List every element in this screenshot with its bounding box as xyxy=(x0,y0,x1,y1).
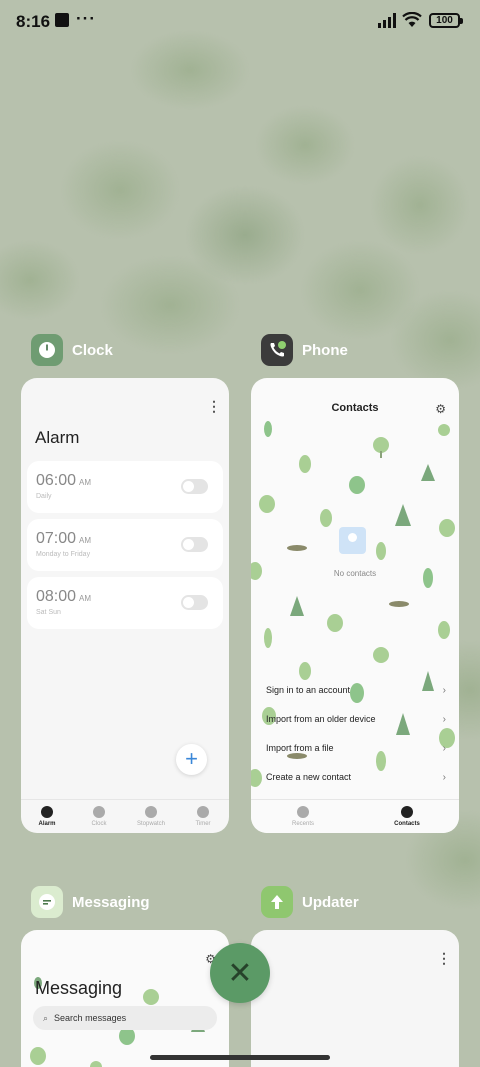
tab-stopwatch[interactable]: Stopwatch xyxy=(125,800,177,833)
import-older-device-row[interactable]: Import from an older device › xyxy=(266,706,446,732)
contacts-page-title: Contacts xyxy=(331,402,379,414)
clock-app-icon xyxy=(31,334,63,366)
phone-recent-card[interactable]: Contacts ⚙ No contacts Sign in to an acc… xyxy=(251,378,459,833)
phone-app-name: Phone xyxy=(302,341,348,359)
signal-icon xyxy=(378,13,396,28)
messaging-page-title: Messaging xyxy=(35,978,123,998)
create-contact-row[interactable]: Create a new contact › xyxy=(266,764,446,790)
alarm-item[interactable]: 08:00 AM Sat Sun xyxy=(27,577,223,629)
messaging-app-icon xyxy=(31,886,63,918)
add-alarm-button[interactable]: + xyxy=(176,744,207,775)
alarm-item[interactable]: 07:00 AM Monday to Friday xyxy=(27,519,223,571)
tab-contacts[interactable]: Contacts xyxy=(355,800,459,833)
messaging-app-header[interactable]: Messaging xyxy=(31,886,150,918)
alarm-page-title: Alarm xyxy=(35,428,80,447)
messaging-app-name: Messaging xyxy=(72,893,150,911)
notification-square-icon xyxy=(55,13,69,27)
search-messages-input[interactable]: ⌕ Search messages xyxy=(33,1006,217,1030)
alarm-item[interactable]: 06:00 AM Daily xyxy=(27,461,223,513)
empty-contact-icon xyxy=(339,527,366,554)
tab-recents[interactable]: Recents xyxy=(251,800,355,833)
phone-bottom-nav: Recents Contacts xyxy=(251,799,459,833)
updater-recent-card[interactable]: ⋮ xyxy=(251,930,459,1067)
no-contacts-text: No contacts xyxy=(333,569,377,578)
updater-app-header[interactable]: Updater xyxy=(261,886,359,918)
clock-app-header[interactable]: Clock xyxy=(31,334,113,366)
alarm-time: 08:00 AM xyxy=(36,588,92,605)
alarm-toggle[interactable] xyxy=(181,479,208,494)
status-time: 8:16 xyxy=(16,12,51,31)
phone-handset-icon xyxy=(297,806,309,818)
hourglass-icon xyxy=(197,806,209,818)
alarm-toggle[interactable] xyxy=(181,595,208,610)
battery-icon: 100 xyxy=(429,13,463,28)
chevron-right-icon: › xyxy=(442,713,446,725)
import-from-file-row[interactable]: Import from a file › xyxy=(266,735,446,761)
stopwatch-icon xyxy=(145,806,157,818)
sign-in-account-row[interactable]: Sign in to an account › xyxy=(266,677,446,703)
search-icon: ⌕ xyxy=(43,1012,49,1023)
alarm-time: 07:00 AM xyxy=(36,530,92,547)
tab-alarm[interactable]: Alarm xyxy=(21,800,73,833)
clock-icon xyxy=(93,806,105,818)
messaging-recent-card[interactable]: ⚙ Messaging ⌕ Search messages xyxy=(21,930,229,1067)
alarm-icon xyxy=(41,806,53,818)
close-icon: ✕ xyxy=(227,956,253,990)
home-gesture-bar[interactable] xyxy=(150,1055,330,1060)
updater-app-icon xyxy=(261,886,293,918)
status-bar: 8:16 ··· 100 xyxy=(0,0,480,44)
chevron-right-icon: › xyxy=(442,771,446,783)
tab-timer[interactable]: Timer xyxy=(177,800,229,833)
clock-app-name: Clock xyxy=(72,341,113,359)
person-icon xyxy=(401,806,413,818)
clock-bottom-nav: Alarm Clock Stopwatch Timer xyxy=(21,799,229,833)
phone-app-header[interactable]: Phone xyxy=(261,334,348,366)
more-options-icon[interactable]: ⋮ xyxy=(437,951,451,965)
clock-recent-card[interactable]: ⋮ Alarm 06:00 AM Daily 07:00 AM Monday to … xyxy=(21,378,229,833)
clear-all-close-button[interactable]: ✕ xyxy=(210,943,270,1003)
alarm-toggle[interactable] xyxy=(181,537,208,552)
wifi-icon xyxy=(402,12,422,27)
more-dots-icon: ··· xyxy=(76,9,96,28)
alarm-repeat: Monday to Friday xyxy=(36,551,91,558)
phone-app-icon xyxy=(261,334,293,366)
chevron-right-icon: › xyxy=(442,684,446,696)
alarm-time: 06:00 AM xyxy=(36,472,92,489)
tab-clock[interactable]: Clock xyxy=(73,800,125,833)
alarm-repeat: Daily xyxy=(36,493,52,500)
settings-gear-icon[interactable]: ⚙ xyxy=(435,402,446,416)
more-options-icon[interactable]: ⋮ xyxy=(207,399,221,413)
alarm-repeat: Sat Sun xyxy=(36,609,61,616)
chevron-right-icon: › xyxy=(442,742,446,754)
updater-app-name: Updater xyxy=(302,893,359,911)
